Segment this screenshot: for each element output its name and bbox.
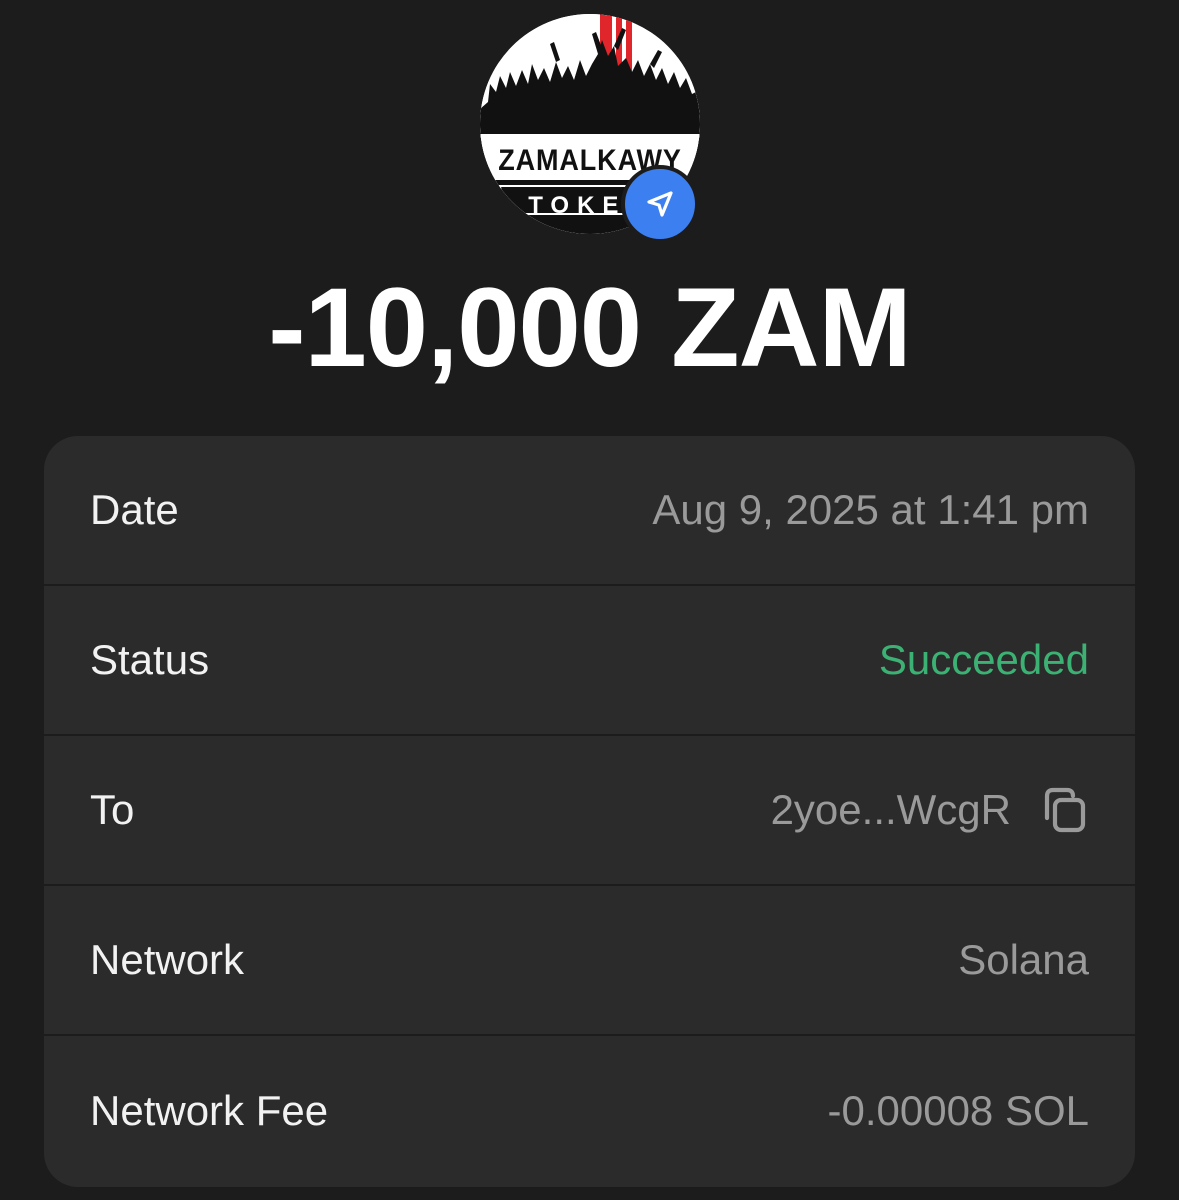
token-avatar-group: ZAMALKAWY TOKEN xyxy=(480,14,700,243)
copy-icon[interactable] xyxy=(1037,784,1089,836)
status-label: Status xyxy=(90,636,210,683)
to-row[interactable]: To 2yoe...WcgR xyxy=(44,736,1135,886)
to-address-text[interactable]: 2yoe...WcgR xyxy=(771,786,1011,834)
date-value: Aug 9, 2025 at 1:41 pm xyxy=(652,486,1089,533)
network-fee-value: -0.00008 SOL xyxy=(827,1087,1089,1134)
to-address[interactable]: 2yoe...WcgR xyxy=(771,784,1089,836)
date-label: Date xyxy=(90,486,179,533)
transaction-detail-screen: ZAMALKAWY TOKEN -10,000 ZAM Date Aug 9, … xyxy=(0,0,1179,1200)
network-label: Network xyxy=(90,936,245,983)
transaction-amount: -10,000 ZAM xyxy=(268,265,912,390)
transaction-details-card: Date Aug 9, 2025 at 1:41 pm Status Succe… xyxy=(44,436,1135,1187)
network-row: Network Solana xyxy=(44,886,1135,1036)
to-label: To xyxy=(90,786,135,833)
send-badge xyxy=(621,165,699,243)
network-fee-label: Network Fee xyxy=(90,1087,329,1134)
status-row: Status Succeeded xyxy=(44,586,1135,736)
network-fee-row: Network Fee -0.00008 SOL xyxy=(44,1036,1135,1186)
network-value: Solana xyxy=(958,936,1089,983)
send-arrow-icon xyxy=(647,191,673,217)
date-row: Date Aug 9, 2025 at 1:41 pm xyxy=(44,436,1135,586)
status-value: Succeeded xyxy=(878,636,1089,683)
